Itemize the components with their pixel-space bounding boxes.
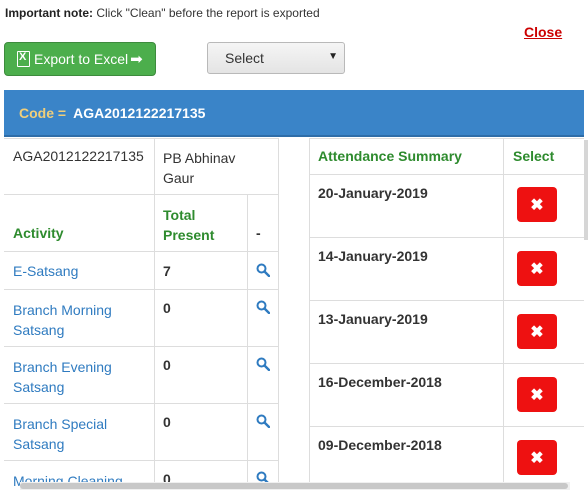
horizontal-scrollbar[interactable] [20,482,570,490]
member-name: PB Abhinav Gaur [163,150,236,186]
grid-line [154,138,155,490]
delete-button[interactable]: ✖ [517,440,557,475]
close-icon: ✖ [530,323,544,341]
vertical-scrollbar[interactable] [584,140,588,240]
grid-line [309,426,584,427]
attendance-date: 14-January-2019 [318,248,428,264]
excel-icon [17,51,30,67]
grid-line [4,138,279,139]
close-icon: ✖ [530,260,544,278]
search-icon[interactable] [256,263,270,277]
attendance-summary-header: Attendance Summary [318,148,462,164]
delete-button[interactable]: ✖ [517,187,557,222]
close-icon: ✖ [530,196,544,214]
code-header-bar: Code = AGA2012122217135 [4,90,584,137]
export-label: Export to Excel [34,51,129,67]
member-id: AGA2012122217135 [13,148,144,164]
important-note: Important note: Click "Clean" before the… [5,6,320,20]
activity-link[interactable]: E-Satsang [13,263,78,279]
grid-line [309,300,584,301]
grid-line [309,138,310,490]
search-icon[interactable] [256,414,270,428]
grid-line [4,251,279,252]
grid-line [309,174,584,175]
grid-line [309,363,584,364]
note-text: Click "Clean" before the report is expor… [93,6,320,20]
activity-link[interactable]: Branch Evening Satsang [13,357,143,397]
grid-line [4,346,279,347]
scrollbar-thumb[interactable] [20,483,568,489]
grid-line [309,237,584,238]
grid-line [247,194,248,490]
action-header: - [256,225,261,241]
total-present-value: 0 [163,414,171,430]
activity-header: Activity [13,225,64,241]
grid-line [4,403,279,404]
total-present-value: 7 [163,263,171,279]
select-dropdown[interactable]: Select ▼ [207,42,345,74]
grid-line [309,138,584,139]
delete-button[interactable]: ✖ [517,377,557,412]
code-value: AGA2012122217135 [73,104,206,121]
close-link[interactable]: Close [524,24,562,40]
report-modal: Important note: Click "Clean" before the… [0,0,588,490]
caret-down-icon: ▼ [328,51,338,62]
grid-line [4,460,279,461]
total-present-value: 0 [163,300,171,316]
note-label: Important note: [5,6,93,20]
grid-line [4,194,279,195]
grid-line [4,289,279,290]
export-to-excel-button[interactable]: Export to Excel ➡ [4,42,156,76]
delete-button[interactable]: ✖ [517,314,557,349]
delete-button[interactable]: ✖ [517,251,557,286]
code-label: Code = [19,104,67,121]
total-present-value: 0 [163,357,171,373]
close-icon: ✖ [530,449,544,467]
grid-line [503,138,504,490]
attendance-date: 16-December-2018 [318,374,442,390]
activity-link[interactable]: Branch Special Satsang [13,414,143,454]
grid-line [278,138,279,490]
search-icon[interactable] [256,300,270,314]
select-value: Select [225,50,264,66]
arrow-right-icon: ➡ [130,51,143,68]
attendance-date: 09-December-2018 [318,437,442,453]
attendance-date: 20-January-2019 [318,185,428,201]
select-header: Select [513,148,555,164]
activity-link[interactable]: Branch Morning Satsang [13,300,143,340]
search-icon[interactable] [256,357,270,371]
close-icon: ✖ [530,386,544,404]
attendance-date: 13-January-2019 [318,311,428,327]
total-present-header: Total Present [163,207,215,243]
